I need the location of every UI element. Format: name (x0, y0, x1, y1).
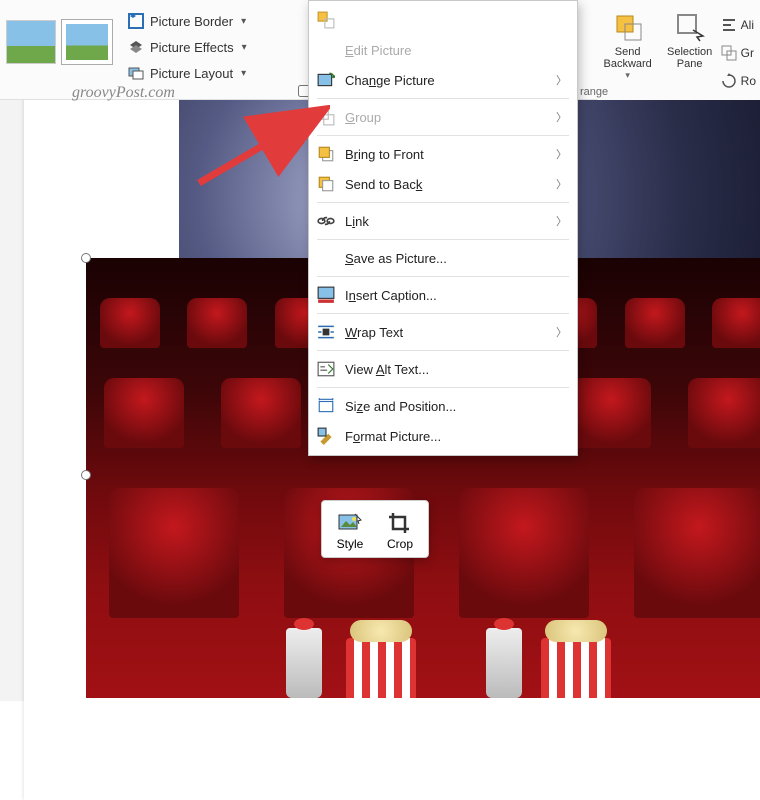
menu-item-bring-to-front[interactable]: Bring to Front 〉 (309, 139, 577, 169)
rotate-dropdown[interactable]: Ro (721, 70, 756, 92)
picture-style-thumb-selected[interactable] (62, 20, 112, 64)
separator (317, 98, 569, 99)
chevron-down-icon: ▾ (242, 42, 247, 53)
menu-item-insert-caption[interactable]: Insert Caption... (309, 280, 577, 310)
label: View Alt Text... (345, 362, 567, 377)
menu-item-size-and-position[interactable]: Size and Position... (309, 391, 577, 421)
menu-item-format-picture[interactable]: Format Picture... (309, 421, 577, 451)
label: Picture Border (150, 14, 233, 29)
separator (317, 135, 569, 136)
menu-item-group: Group 〉 (309, 102, 577, 132)
label: Ro (741, 74, 756, 88)
style-icon (337, 511, 363, 537)
label: Selection Pane (659, 46, 721, 70)
align-icon (721, 17, 737, 33)
size-position-icon (317, 397, 335, 415)
chevron-down-icon: ▾ (625, 70, 630, 81)
submenu-indicator-icon: 〉 (556, 324, 567, 340)
insert-caption-icon (317, 286, 335, 304)
separator (317, 313, 569, 314)
menu-item-layout-options (309, 5, 577, 35)
picture-layout-icon (128, 65, 144, 81)
group-dropdown[interactable]: Gr (721, 42, 756, 64)
label: Crop (387, 537, 413, 551)
annotation-arrow (195, 105, 330, 190)
label: Link (345, 214, 546, 229)
label: Format Picture... (345, 429, 567, 444)
selection-handle[interactable] (81, 253, 91, 263)
chevron-down-icon: ▾ (241, 68, 246, 79)
label: Style (337, 537, 364, 551)
selection-pane-icon (675, 12, 705, 42)
link-icon (317, 212, 335, 230)
label: Change Picture (345, 73, 546, 88)
label: Wrap Text (345, 325, 546, 340)
label: Picture Layout (150, 66, 233, 81)
label: Save as Picture... (345, 251, 567, 266)
label: Gr (741, 46, 754, 60)
arrange-extra: Ali Gr Ro (721, 8, 760, 100)
menu-item-send-to-back[interactable]: Send to Back 〉 (309, 169, 577, 199)
style-button[interactable]: Style (326, 507, 374, 555)
label: Edit Picture (345, 43, 567, 58)
picture-effects-icon (128, 39, 144, 55)
watermark: groovyPost.com (72, 84, 175, 102)
selection-handle[interactable] (81, 470, 91, 480)
label: Send to Back (345, 177, 546, 192)
alt-text-icon (317, 360, 335, 378)
menu-item-link[interactable]: Link 〉 (309, 206, 577, 236)
menu-item-edit-picture: Edit Picture (309, 35, 577, 65)
picture-border-dropdown[interactable]: Picture Border ▾ (128, 8, 247, 34)
wrap-text-icon (317, 323, 335, 341)
send-backward-icon (613, 12, 643, 42)
menu-item-wrap-text[interactable]: Wrap Text 〉 (309, 317, 577, 347)
label: Ali (741, 18, 754, 32)
menu-item-save-as-picture[interactable]: Save as Picture... (309, 243, 577, 273)
layout-icon (317, 11, 335, 29)
crop-icon (387, 511, 413, 537)
crop-button[interactable]: Crop (376, 507, 424, 555)
submenu-indicator-icon: 〉 (556, 146, 567, 162)
separator (317, 202, 569, 203)
label: Insert Caption... (345, 288, 567, 303)
mini-toolbar: Style Crop (321, 500, 429, 558)
selection-pane-button[interactable]: Selection Pane (659, 8, 721, 100)
label: Picture Effects (150, 40, 234, 55)
rotate-icon (721, 73, 737, 89)
chevron-down-icon: ▾ (241, 16, 246, 27)
picture-border-icon (128, 13, 144, 29)
submenu-indicator-icon: 〉 (556, 109, 567, 125)
picture-style-thumb[interactable] (6, 20, 56, 64)
submenu-indicator-icon: 〉 (556, 213, 567, 229)
separator (317, 387, 569, 388)
picture-styles-gallery[interactable] (0, 20, 112, 64)
arrange-group-label: range (580, 86, 608, 98)
change-picture-icon (317, 71, 335, 89)
label: Bring to Front (345, 147, 546, 162)
separator (317, 350, 569, 351)
picture-effects-dropdown[interactable]: Picture Effects ▾ (128, 34, 247, 60)
separator (317, 239, 569, 240)
context-menu: Edit Picture Change Picture 〉 Group 〉 Br… (308, 0, 578, 456)
menu-item-change-picture[interactable]: Change Picture 〉 (309, 65, 577, 95)
submenu-indicator-icon: 〉 (556, 176, 567, 192)
menu-item-view-alt-text[interactable]: View Alt Text... (309, 354, 577, 384)
group-icon (721, 45, 737, 61)
arrange-group: Send Backward ▾ Selection Pane Ali Gr Ro (597, 0, 760, 100)
picture-layout-dropdown[interactable]: Picture Layout ▾ (128, 60, 247, 86)
separator (317, 276, 569, 277)
format-picture-icon (317, 427, 335, 445)
label: Send Backward (597, 46, 659, 70)
submenu-indicator-icon: 〉 (556, 72, 567, 88)
align-dropdown[interactable]: Ali (721, 14, 756, 36)
label: Group (345, 110, 546, 125)
picture-tools-group: Picture Border ▾ Picture Effects ▾ Picture… (128, 8, 247, 86)
label: Size and Position... (345, 399, 567, 414)
